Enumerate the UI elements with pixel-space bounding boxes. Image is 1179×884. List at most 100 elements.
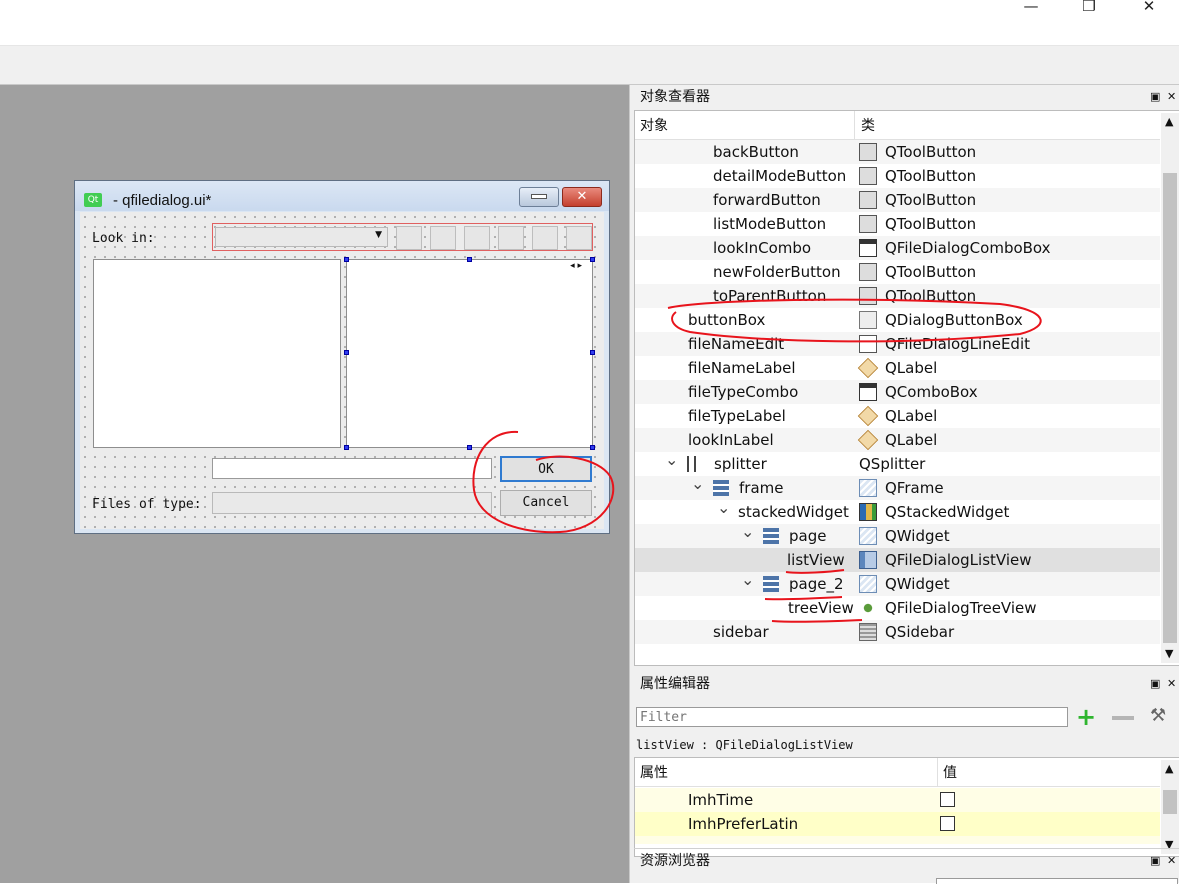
tree-row-stackedwidget[interactable]: ⌄ stackedWidget QStackedWidget: [635, 498, 1160, 524]
tree-row-filetypecombo[interactable]: fileTypeCombo QComboBox: [635, 380, 1160, 404]
chevron-down-icon[interactable]: ⌄: [741, 568, 754, 592]
chevron-down-icon[interactable]: ⌄: [717, 496, 730, 520]
stacked-view-pane[interactable]: ◂ ▸: [346, 259, 593, 448]
scrollbar-thumb[interactable]: [1163, 790, 1177, 814]
class-name: QLabel: [885, 431, 938, 449]
close-button[interactable]: ✕: [1126, 0, 1172, 22]
tree-row-listview[interactable]: listView QFileDialogListView: [635, 548, 1160, 572]
tree-row-backbutton[interactable]: backButton QToolButton: [635, 140, 1160, 164]
container-icon: [713, 480, 729, 496]
selection-handle[interactable]: [590, 350, 595, 355]
resource-filter-input[interactable]: [936, 878, 1178, 884]
maximize-button[interactable]: ❐: [1066, 0, 1112, 22]
form-close-button[interactable]: ✕: [562, 187, 602, 207]
property-row[interactable]: ImhPreferLatin: [635, 812, 1160, 836]
tree-row-lookinlabel[interactable]: lookInLabel QLabel: [635, 428, 1160, 452]
close-icon: ✕: [576, 189, 588, 204]
forward-button[interactable]: [430, 226, 456, 250]
selection-handle[interactable]: [344, 445, 349, 450]
selection-handle[interactable]: [590, 445, 595, 450]
tree-row-filenamelabel[interactable]: fileNameLabel QLabel: [635, 356, 1160, 380]
chevron-up-icon[interactable]: ▲: [1165, 762, 1173, 775]
back-button[interactable]: [396, 226, 422, 250]
property-checkbox[interactable]: [940, 792, 955, 807]
cancel-button[interactable]: Cancel: [500, 490, 592, 516]
file-name-edit[interactable]: [212, 458, 492, 479]
tree-row-lookincombo[interactable]: lookInCombo QFileDialogComboBox: [635, 236, 1160, 260]
tree-row-detailmodebutton[interactable]: detailModeButton QToolButton: [635, 164, 1160, 188]
selection-handle[interactable]: [344, 257, 349, 262]
filter-input[interactable]: [636, 707, 1068, 727]
close-icon[interactable]: ✕: [1167, 849, 1176, 873]
object-name: fileTypeLabel: [688, 407, 786, 425]
class-name: QFileDialogListView: [885, 551, 1032, 569]
object-name: sidebar: [713, 623, 769, 641]
look-in-combo[interactable]: ▼: [215, 227, 388, 247]
add-property-icon[interactable]: +: [1076, 705, 1096, 729]
file-type-combo[interactable]: [212, 492, 492, 514]
detail-mode-button[interactable]: [566, 226, 592, 250]
column-header-value[interactable]: 值: [943, 760, 957, 786]
selection-handle[interactable]: [344, 350, 349, 355]
container-icon: [763, 528, 779, 544]
chevron-down-icon[interactable]: ⌄: [665, 448, 678, 472]
property-name: ImhTime: [688, 791, 754, 809]
property-row[interactable]: ImhTime: [635, 788, 1160, 812]
to-parent-button[interactable]: [464, 226, 490, 250]
chevron-up-icon[interactable]: ▲: [1165, 115, 1173, 128]
tree-row-page[interactable]: ⌄ page QWidget: [635, 522, 1160, 548]
float-icon[interactable]: ▣: [1150, 85, 1160, 109]
new-folder-button[interactable]: [498, 226, 524, 250]
tree-row-page-2[interactable]: ⌄ page_2 QWidget: [635, 570, 1160, 596]
minimize-button[interactable]: —: [1008, 0, 1054, 22]
tree-row-newfolderbutton[interactable]: newFolderButton QToolButton: [635, 260, 1160, 284]
tree-row-filetypelabel[interactable]: fileTypeLabel QLabel: [635, 404, 1160, 428]
object-tree[interactable]: backButton QToolButton detailModeButton QTo…: [635, 140, 1160, 648]
close-icon[interactable]: ✕: [1167, 672, 1176, 696]
sidebar-pane[interactable]: [93, 259, 341, 448]
tree-row-splitter[interactable]: ⌄ splitter QSplitter: [635, 450, 1160, 476]
tree-row-buttonbox[interactable]: buttonBox QDialogButtonBox: [635, 308, 1160, 332]
configure-wrench-icon[interactable]: ⚒: [1150, 705, 1166, 726]
property-editor-scrollbar[interactable]: ▲ ▼: [1161, 760, 1179, 854]
remove-property-icon[interactable]: [1112, 716, 1134, 720]
column-header-class[interactable]: 类: [861, 113, 875, 139]
column-header-property[interactable]: 属性: [640, 760, 668, 786]
object-inspector-panel: 对象 类 backButton QToolButton detailModeButt…: [634, 110, 1179, 666]
object-name: fileNameEdit: [688, 335, 785, 353]
tree-row-listmodebutton[interactable]: listModeButton QToolButton: [635, 212, 1160, 236]
selection-handle[interactable]: [590, 257, 595, 262]
object-name: lookInCombo: [713, 239, 812, 257]
object-name: detailModeButton: [713, 167, 847, 185]
resource-browser-header: 资源浏览器 ▣ ✕: [634, 848, 1179, 873]
object-name: fileNameLabel: [688, 359, 796, 377]
form-title-bar[interactable]: Qt - qfiledialog.ui* ✕: [75, 181, 609, 211]
tree-row-filenameedit[interactable]: fileNameEdit QFileDialogLineEdit: [635, 332, 1160, 356]
selection-handle[interactable]: [467, 445, 472, 450]
chevron-down-icon[interactable]: ▼: [1165, 647, 1173, 660]
form-minimize-button[interactable]: [519, 187, 559, 207]
tree-row-frame[interactable]: ⌄ frame QFrame: [635, 474, 1160, 500]
tree-row-treeview[interactable]: treeView QFileDialogTreeView: [635, 596, 1160, 620]
chevron-down-icon[interactable]: ⌄: [741, 520, 754, 544]
scrollbar-thumb[interactable]: [1163, 173, 1177, 643]
form-window[interactable]: Qt - qfiledialog.ui* ✕ Look in: ▼ ◂ ▸ OK…: [74, 180, 610, 534]
float-icon[interactable]: ▣: [1150, 849, 1160, 873]
property-checkbox[interactable]: [940, 816, 955, 831]
tree-row-sidebar[interactable]: sidebar QSidebar: [635, 620, 1160, 644]
widget-icon: [859, 575, 877, 593]
tree-row-toparentbutton[interactable]: toParentButton QToolButton: [635, 284, 1160, 308]
page-nav-arrows-icon[interactable]: ◂ ▸: [570, 261, 582, 271]
window-caption: — ❐ ✕: [0, 0, 1179, 46]
tree-row-forwardbutton[interactable]: forwardButton QToolButton: [635, 188, 1160, 212]
list-mode-button[interactable]: [532, 226, 558, 250]
column-header-object[interactable]: 对象: [640, 113, 668, 139]
line-edit-icon: [859, 335, 877, 353]
chevron-down-icon[interactable]: ⌄: [691, 472, 704, 496]
selection-handle[interactable]: [467, 257, 472, 262]
form-title: - qfiledialog.ui*: [113, 192, 212, 209]
object-inspector-scrollbar[interactable]: ▲ ▼: [1161, 113, 1179, 663]
ok-button[interactable]: OK: [500, 456, 592, 482]
close-icon[interactable]: ✕: [1167, 85, 1176, 109]
float-icon[interactable]: ▣: [1150, 672, 1160, 696]
